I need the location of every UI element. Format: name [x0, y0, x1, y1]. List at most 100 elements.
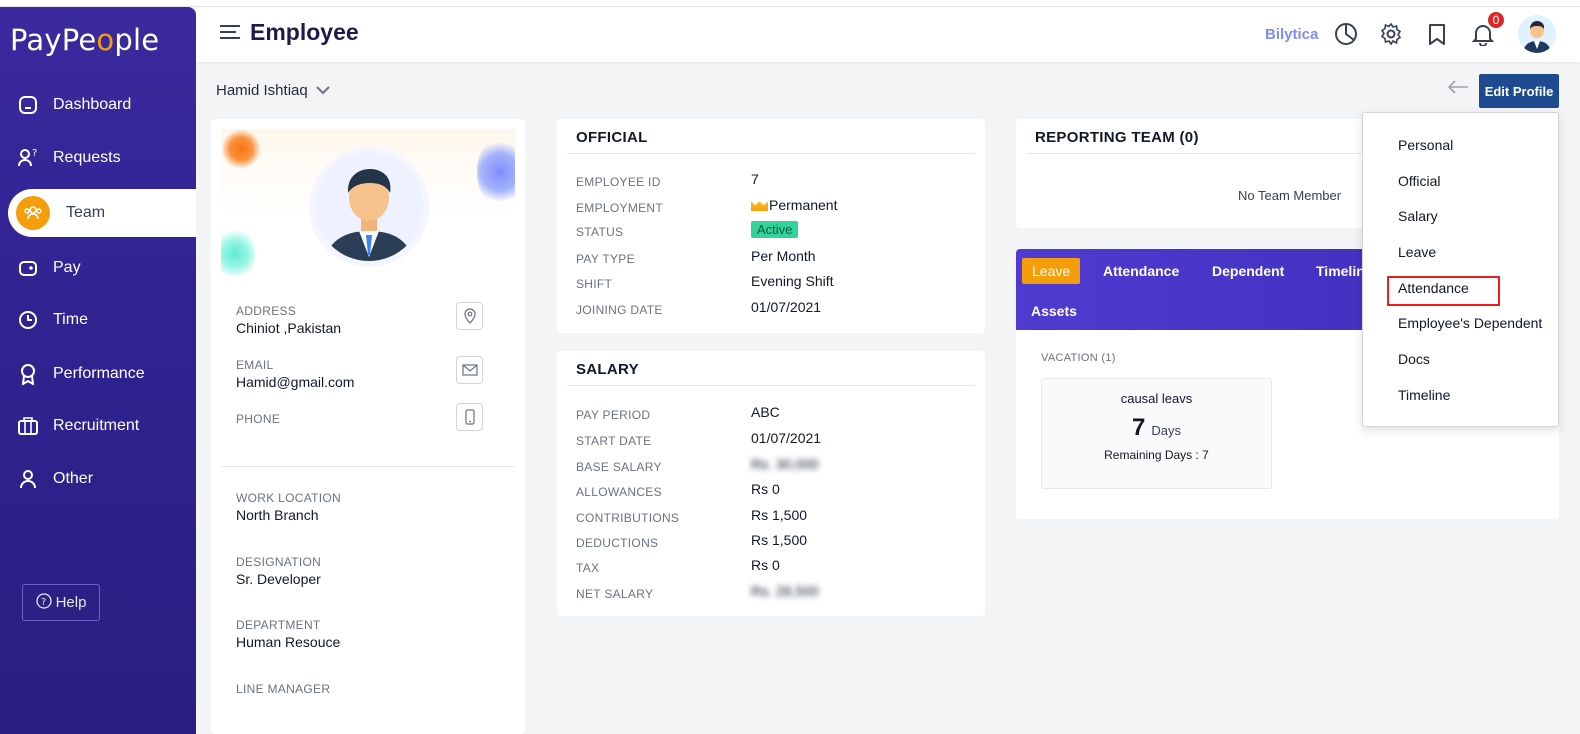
- sidebar-item-dashboard[interactable]: Dashboard: [0, 83, 196, 127]
- row-value: ABC: [751, 404, 780, 420]
- row-value-blurred: Rs. 28,500: [751, 583, 819, 599]
- paypeople-logo[interactable]: PayPeople: [10, 23, 159, 57]
- sidebar-item-label: Requests: [53, 149, 121, 166]
- sidebar-item-label: Recruitment: [53, 417, 140, 434]
- address-field: ADDRESS Chiniot ,Pakistan: [236, 304, 341, 336]
- top-header: Employee Bilytica 0: [196, 7, 1580, 62]
- row-value: Per Month: [751, 248, 816, 264]
- sidebar-item-label: Performance: [53, 365, 145, 382]
- top-border: [0, 0, 1580, 7]
- menu-item-attendance[interactable]: Attendance: [1398, 280, 1469, 296]
- company-name[interactable]: Bilytica: [1265, 26, 1318, 43]
- sidebar-item-team[interactable]: Team: [8, 189, 196, 237]
- line-manager-label: LINE MANAGER: [236, 682, 331, 696]
- employee-select[interactable]: Hamid Ishtiaq: [216, 82, 330, 99]
- menu-item-docs[interactable]: Docs: [1398, 351, 1430, 367]
- row-label: PAY PERIOD: [576, 408, 651, 422]
- row-label: TAX: [576, 561, 600, 575]
- menu-item-employees-dependent[interactable]: Employee's Dependent: [1398, 315, 1542, 331]
- sidebar-item-requests[interactable]: ? Requests: [0, 136, 196, 180]
- card-divider: [567, 153, 975, 154]
- menu-item-personal[interactable]: Personal: [1398, 137, 1453, 153]
- svg-text:?: ?: [32, 148, 37, 159]
- salary-row: BASE SALARY Rs. 30,000: [576, 456, 976, 478]
- phone-label: PHONE: [236, 412, 281, 426]
- line-manager-field: LINE MANAGER: [236, 682, 330, 696]
- row-value: 7: [751, 171, 759, 187]
- row-value: Rs 0: [751, 481, 780, 497]
- row-label: START DATE: [576, 434, 652, 448]
- menu-item-leave[interactable]: Leave: [1398, 244, 1436, 260]
- row-value: Rs 1,500: [751, 532, 808, 548]
- team-icon: [16, 196, 50, 230]
- leave-balance-card: causal leavs 7 Days Remaining Days : 7: [1041, 378, 1272, 489]
- edit-profile-dropdown: Personal Official Salary Leave Attendanc…: [1362, 112, 1559, 427]
- award-icon: [16, 362, 40, 386]
- row-label: ALLOWANCES: [576, 485, 662, 499]
- salary-card: SALARY PAY PERIOD ABC START DATE 01/07/2…: [557, 351, 985, 616]
- sidebar-item-label: Other: [53, 470, 94, 487]
- menu-item-official[interactable]: Official: [1398, 173, 1441, 189]
- row-value: Active: [751, 221, 799, 238]
- salary-row: START DATE 01/07/2021: [576, 430, 976, 452]
- row-label: BASE SALARY: [576, 460, 662, 474]
- status-badge: Active: [751, 221, 799, 238]
- tab-assets[interactable]: Assets: [1031, 303, 1077, 319]
- edit-profile-button[interactable]: Edit Profile: [1479, 74, 1559, 108]
- bookmark-icon[interactable]: [1424, 21, 1450, 47]
- pie-chart-icon[interactable]: [1333, 21, 1359, 47]
- row-label: CONTRIBUTIONS: [576, 511, 680, 525]
- official-row: SHIFT Evening Shift: [576, 273, 976, 295]
- briefcase-icon: [16, 414, 40, 438]
- hamburger-menu-icon[interactable]: [220, 25, 240, 44]
- address-value: Chiniot ,Pakistan: [236, 320, 342, 336]
- location-pin-icon[interactable]: [456, 302, 483, 330]
- work-location-field: WORK LOCATION North Branch: [236, 491, 341, 523]
- back-arrow-icon[interactable]: [1447, 80, 1469, 99]
- svg-text:?: ?: [41, 597, 46, 608]
- email-value: Hamid@gmail.com: [236, 374, 355, 390]
- row-value: Permanent: [751, 197, 837, 213]
- official-row: STATUS Active: [576, 221, 976, 243]
- salary-title: SALARY: [576, 361, 639, 378]
- department-value: Human Resouce: [236, 634, 341, 650]
- sidebar-item-label: Time: [53, 311, 88, 328]
- clock-icon: [16, 308, 40, 332]
- sidebar-item-other[interactable]: Other: [0, 457, 196, 501]
- tab-attendance[interactable]: Attendance: [1103, 263, 1179, 279]
- sidebar-item-pay[interactable]: Pay: [0, 246, 196, 290]
- profile-cover: [221, 129, 515, 275]
- help-button[interactable]: ? Help: [22, 584, 100, 621]
- gear-icon[interactable]: [1378, 21, 1404, 47]
- row-label: STATUS: [576, 225, 624, 239]
- menu-item-salary[interactable]: Salary: [1398, 208, 1438, 224]
- leave-days-unit: Days: [1151, 423, 1181, 438]
- salary-row: PAY PERIOD ABC: [576, 404, 976, 426]
- menu-item-timeline[interactable]: Timeline: [1398, 387, 1450, 403]
- row-label: DEDUCTIONS: [576, 536, 659, 550]
- sidebar-item-label: Team: [66, 204, 106, 221]
- card-divider: [567, 385, 975, 386]
- sidebar-item-performance[interactable]: Performance: [0, 352, 196, 396]
- row-value-blurred: Rs. 30,000: [751, 456, 819, 472]
- notification-badge: 0: [1486, 10, 1506, 30]
- salary-row: DEDUCTIONS Rs 1,500: [576, 532, 976, 554]
- sidebar-item-time[interactable]: Time: [0, 298, 196, 342]
- employee-select-value: Hamid Ishtiaq: [216, 82, 308, 99]
- tab-leave[interactable]: Leave: [1022, 258, 1081, 284]
- row-label: EMPLOYEE ID: [576, 175, 661, 189]
- user-avatar[interactable]: [1518, 15, 1556, 53]
- page-title: Employee: [250, 19, 359, 45]
- mail-icon[interactable]: [456, 356, 483, 384]
- sidebar-item-recruitment[interactable]: Recruitment: [0, 404, 196, 448]
- dashboard-icon: [16, 93, 40, 117]
- email-field: EMAIL Hamid@gmail.com: [236, 358, 354, 390]
- vacation-label: VACATION (1): [1041, 352, 1116, 364]
- card-divider: [1026, 153, 1366, 154]
- row-value: Rs 1,500: [751, 507, 808, 523]
- tab-dependent[interactable]: Dependent: [1212, 263, 1284, 279]
- official-row: EMPLOYEE ID 7: [576, 171, 976, 193]
- mobile-phone-icon[interactable]: [456, 403, 483, 431]
- wallet-icon: [16, 256, 40, 280]
- reporting-team-title: REPORTING TEAM (0): [1035, 129, 1199, 146]
